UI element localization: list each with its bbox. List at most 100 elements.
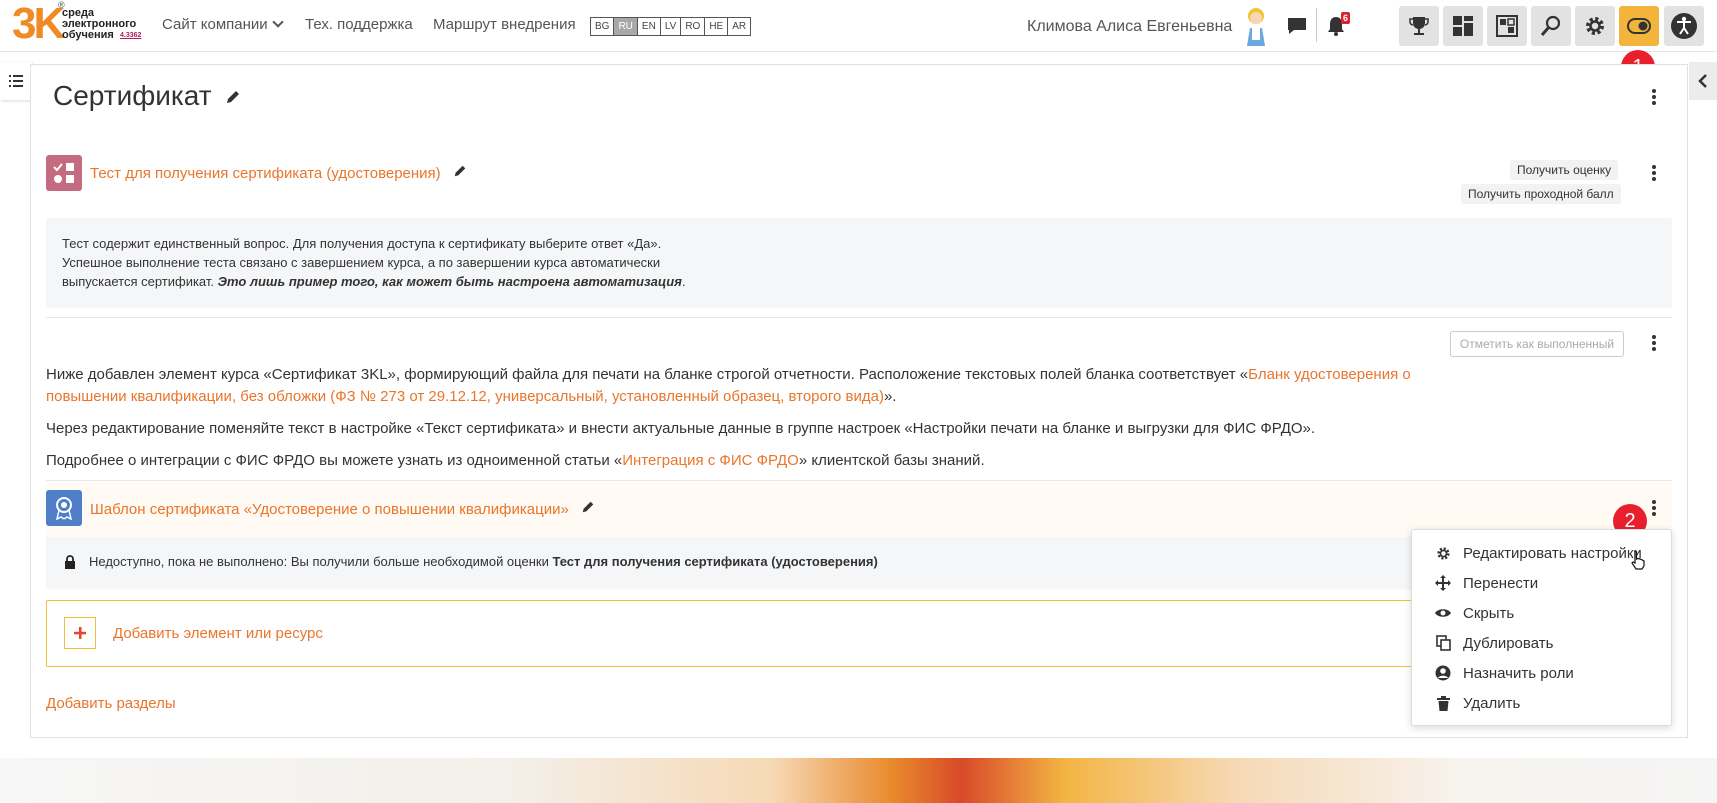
menu-duplicate-label: Дублировать [1463,634,1554,652]
activity-action-menu: Редактировать настройки Перенести Скрыть… [1411,529,1672,726]
nav-company-site-label: Сайт компании [162,16,268,33]
user-name[interactable]: Климова Алиса Евгеньевна [1027,18,1232,36]
menu-hide[interactable]: Скрыть [1434,601,1514,625]
list-icon [9,75,23,87]
blank-link-line-1[interactable]: Бланк удостоверения о [1248,366,1411,383]
nav-company-site[interactable]: Сайт компании [162,16,284,33]
trash-icon [1434,694,1452,712]
certificate-title: Шаблон сертификата «Удостоверение о повы… [90,501,569,518]
section-menu-icon[interactable] [1648,86,1660,108]
label-paragraph-1: Ниже добавлен элемент курса «Сертификат … [46,364,1446,408]
dashboard-icon [1453,16,1473,36]
edit-mode-toggle[interactable] [1619,6,1659,46]
blank-link-line-2[interactable]: повышении квалификации, без обложки (ФЗ … [46,388,884,405]
fis-frdo-link[interactable]: Интеграция с ФИС ФРДО [622,452,799,469]
quiz-description-text: Тест содержит единственный вопрос. Для п… [62,234,722,291]
restriction-text: Недоступно, пока не выполнено: Вы получи… [89,554,878,569]
quiz-desc-emphasis: Это лишь пример того, как может быть нас… [217,274,682,289]
lang-ro[interactable]: RO [681,18,706,35]
notifications-badge: 6 [1341,12,1351,24]
certificate-menu-icon[interactable] [1648,497,1660,519]
page-title: Сертификат [53,80,241,112]
lang-en[interactable]: EN [638,18,661,35]
header-divider [1316,8,1317,42]
toggle-icon [1627,18,1651,34]
label-p3-post: » клиентской базы знаний. [798,452,985,469]
trophy-button[interactable] [1399,6,1439,46]
lang-ar[interactable]: AR [728,18,750,35]
language-switcher: BG RU EN LV RO HE AR [590,17,752,36]
quiz-icon [46,155,82,191]
avatar[interactable] [1240,6,1272,46]
logo-number: 3K [12,0,65,48]
top-navbar: 3K ® среда электронного обучения 4.3362 … [0,0,1717,52]
restriction-pre: Недоступно, пока не выполнено: Вы получи… [89,554,549,569]
menu-duplicate[interactable]: Дублировать [1434,631,1553,655]
label-p1-end: ». [883,388,897,405]
label-menu-icon[interactable] [1648,332,1660,354]
add-activity-label: Добавить элемент или ресурс [113,625,323,642]
quiz-description: Тест содержит единственный вопрос. Для п… [46,218,1672,308]
course-index-toggle[interactable] [0,62,32,100]
menu-hide-label: Скрыть [1463,604,1515,622]
footer-decoration [0,758,1717,803]
puzzle-button[interactable] [1487,6,1527,46]
label-p1-text: Ниже добавлен элемент курса «Сертификат … [46,366,1249,383]
pencil-icon[interactable] [225,89,241,105]
plus-icon [64,617,96,649]
lang-ru[interactable]: RU [614,18,638,35]
pencil-icon[interactable] [581,500,595,514]
menu-delete[interactable]: Удалить [1434,691,1520,715]
get-grade-pill: Получить оценку [1510,160,1619,180]
restriction-quiz-name: Тест для получения сертификата (удостове… [552,554,878,569]
eye-icon [1434,604,1452,622]
label-paragraph-3: Подробнее о интеграции с ФИС ФРДО вы мож… [46,450,985,472]
accessibility-icon [1671,13,1697,39]
quiz-desc-line-2: Успешное выполнение теста связано с заве… [62,255,661,270]
dashboard-button[interactable] [1443,6,1483,46]
add-sections-link[interactable]: Добавить разделы [46,695,176,712]
lang-lv[interactable]: LV [661,18,682,35]
nav-support[interactable]: Тех. поддержка [305,16,413,33]
page-title-text: Сертификат [53,80,212,111]
site-logo[interactable]: 3K ® среда электронного обучения 4.3362 [12,0,148,50]
quiz-menu-icon[interactable] [1648,162,1660,184]
quiz-link[interactable]: Тест для получения сертификата (удостове… [90,164,467,182]
chevron-left-icon [1698,74,1707,88]
restriction-notice: Недоступно, пока не выполнено: Вы получи… [46,537,1516,589]
lock-icon [65,555,75,569]
quiz-desc-line-1: Тест содержит единственный вопрос. Для п… [62,236,662,251]
duplicate-icon [1434,634,1452,652]
mark-done-button[interactable]: Отметить как выполненный [1450,331,1624,357]
divider [46,317,1672,318]
settings-button[interactable] [1575,6,1615,46]
lang-bg[interactable]: BG [591,18,615,35]
accessibility-button[interactable] [1664,6,1704,46]
menu-move[interactable]: Перенести [1434,571,1538,595]
menu-move-label: Перенести [1463,574,1539,592]
chat-icon[interactable] [1283,12,1311,40]
chevron-down-icon [271,16,284,28]
label-paragraph-2: Через редактирование поменяйте текст в н… [46,420,1316,437]
gear-icon [1434,544,1452,562]
search-icon [1540,15,1561,36]
gear-icon [1586,17,1604,35]
pencil-icon[interactable] [453,164,467,178]
get-pass-grade-pill: Получить проходной балл [1461,184,1621,204]
lang-he[interactable]: HE [705,18,729,35]
quiz-title: Тест для получения сертификата (удостове… [90,165,441,182]
nav-rollout-route[interactable]: Маршрут внедрения [433,16,576,33]
quiz-desc-line-3: выпускается сертификат. Это лишь пример … [62,272,722,291]
hand-cursor-icon [1631,550,1645,570]
certificate-icon [46,490,82,526]
puzzle-icon [1496,15,1518,37]
menu-delete-label: Удалить [1463,694,1521,712]
quiz-desc-line-3-text: выпускается сертификат. [62,274,214,289]
search-button[interactable] [1531,6,1571,46]
menu-edit-settings[interactable]: Редактировать настройки [1434,541,1642,565]
certificate-link[interactable]: Шаблон сертификата «Удостоверение о повы… [90,500,595,518]
menu-assign-roles[interactable]: Назначить роли [1434,661,1574,685]
user-icon [1434,664,1452,682]
move-icon [1434,574,1452,592]
block-drawer-toggle[interactable] [1689,62,1717,100]
